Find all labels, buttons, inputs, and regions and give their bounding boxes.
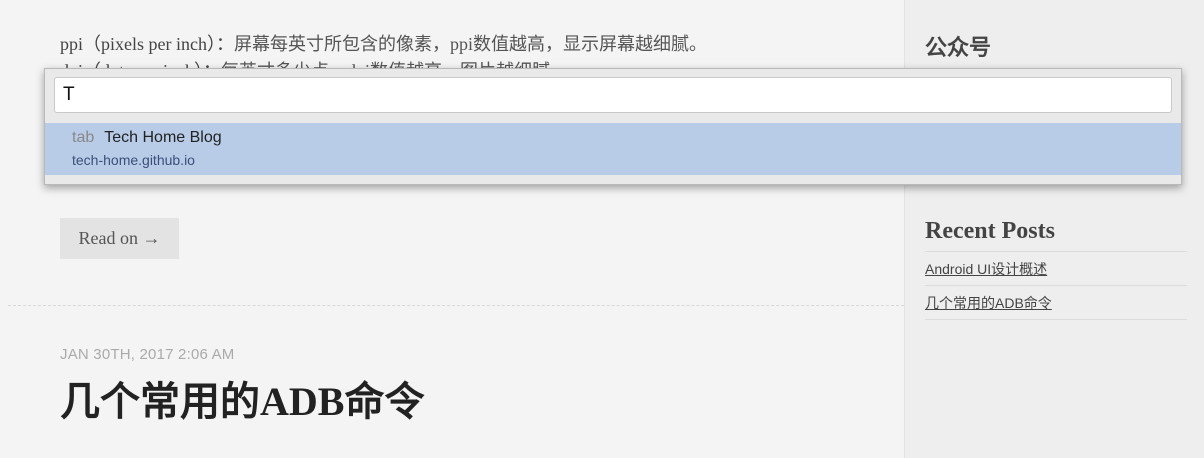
recent-post-link[interactable]: Android UI设计概述 xyxy=(925,259,1047,279)
omnibox-input[interactable] xyxy=(54,77,1172,113)
suggestion-line: tab Tech Home Blog xyxy=(72,129,222,147)
wechat-heading: 公众号 xyxy=(925,35,992,60)
read-on-button[interactable]: Read on → xyxy=(60,218,179,259)
list-item-term: ppi（pixels per inch）： xyxy=(60,34,234,54)
list-item: ppi（pixels per inch）：屏幕每英寸所包含的像素，ppi数值越高… xyxy=(60,31,900,58)
list-item: Android UI设计概述 xyxy=(925,252,1187,286)
omnibox-suggestion[interactable]: tab Tech Home Blog tech-home.github.io xyxy=(45,123,1181,175)
post-title[interactable]: 几个常用的ADB命令 xyxy=(60,374,424,430)
post-date: JAN 30TH, 2017 2:06 AM xyxy=(60,346,235,363)
omnibox-dropdown: tab Tech Home Blog tech-home.github.io xyxy=(44,68,1182,185)
recent-posts-heading: Recent Posts xyxy=(925,218,1055,244)
list-item: 几个常用的ADB命令 xyxy=(925,286,1187,320)
suggestion-tab-tag: tab xyxy=(72,129,95,146)
post-divider xyxy=(8,305,904,306)
recent-post-link[interactable]: 几个常用的ADB命令 xyxy=(925,293,1052,313)
suggestion-title: Tech Home Blog xyxy=(104,129,222,146)
list-item-desc: 屏幕每英寸所包含的像素，ppi数值越高，显示屏幕越细腻。 xyxy=(233,34,707,54)
suggestion-url: tech-home.github.io xyxy=(72,152,195,168)
recent-posts-list: Android UI设计概述 几个常用的ADB命令 xyxy=(925,251,1187,320)
